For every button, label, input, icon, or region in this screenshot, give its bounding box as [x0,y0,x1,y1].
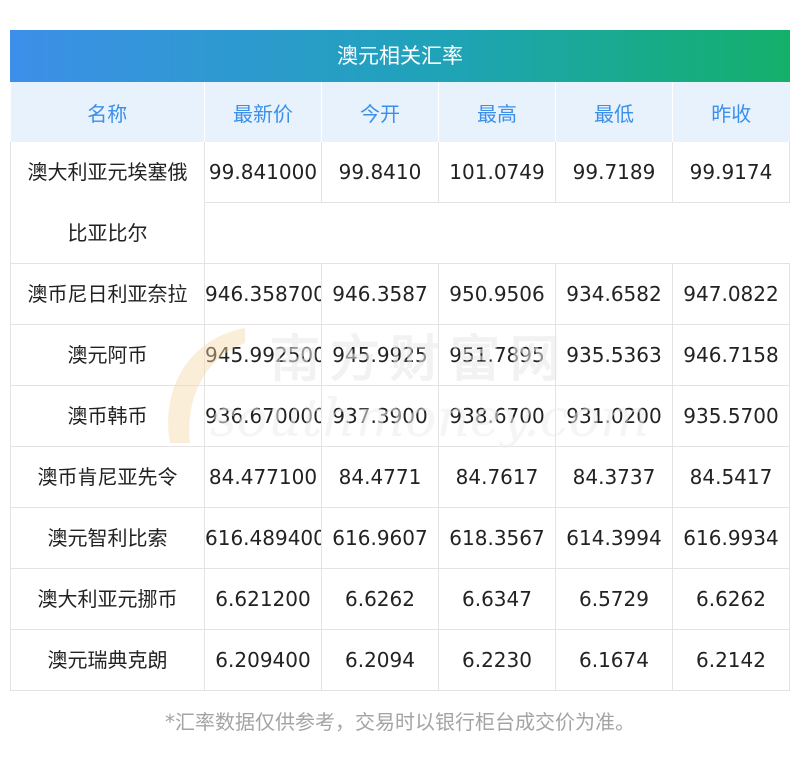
column-header-open: 今开 [321,82,439,142]
prev-close-price: 6.6262 [672,568,790,630]
high-price: 618.3567 [438,507,556,569]
table-row: 澳币尼日利亚奈拉 946.358700 946.3587 950.9506 93… [10,263,790,325]
table-header-row: 名称 最新价 今开 最高 最低 昨收 [10,82,790,142]
prev-close-price: 99.9174 [672,142,790,203]
latest-price: 6.209400 [204,629,322,691]
high-price: 84.7617 [438,446,556,508]
currency-pair-name: 澳大利亚元埃塞俄 [10,142,205,203]
latest-price: 6.621200 [204,568,322,630]
empty-cell [204,202,790,264]
currency-pair-name: 澳元智利比索 [10,507,205,569]
column-header-low: 最低 [555,82,673,142]
open-price: 6.2094 [321,629,439,691]
open-price: 616.9607 [321,507,439,569]
open-price: 946.3587 [321,263,439,325]
low-price: 935.5363 [555,324,673,386]
high-price: 951.7895 [438,324,556,386]
open-price: 6.6262 [321,568,439,630]
prev-close-price: 6.2142 [672,629,790,691]
high-price: 938.6700 [438,385,556,447]
latest-price: 84.477100 [204,446,322,508]
high-price: 6.6347 [438,568,556,630]
table-row: 澳币肯尼亚先令 84.477100 84.4771 84.7617 84.373… [10,446,790,508]
currency-pair-name-continued: 比亚比尔 [10,202,205,264]
latest-price: 945.992500 [204,324,322,386]
currency-pair-name: 澳币肯尼亚先令 [10,446,205,508]
prev-close-price: 935.5700 [672,385,790,447]
prev-close-price: 616.9934 [672,507,790,569]
open-price: 937.3900 [321,385,439,447]
table-row-continuation: 比亚比尔 [10,202,790,264]
high-price: 6.2230 [438,629,556,691]
latest-price: 99.841000 [204,142,322,203]
currency-pair-name: 澳币韩币 [10,385,205,447]
low-price: 84.3737 [555,446,673,508]
column-header-prev-close: 昨收 [672,82,790,142]
low-price: 6.1674 [555,629,673,691]
prev-close-price: 84.5417 [672,446,790,508]
high-price: 950.9506 [438,263,556,325]
currency-pair-name: 澳元阿币 [10,324,205,386]
currency-pair-name: 澳币尼日利亚奈拉 [10,263,205,325]
table-row: 澳大利亚元埃塞俄 99.841000 99.8410 101.0749 99.7… [10,142,790,203]
low-price: 99.7189 [555,142,673,203]
table-row: 澳元智利比索 616.489400 616.9607 618.3567 614.… [10,507,790,569]
low-price: 934.6582 [555,263,673,325]
prev-close-price: 947.0822 [672,263,790,325]
low-price: 931.0200 [555,385,673,447]
exchange-rate-table: 名称 最新价 今开 最高 最低 昨收 澳大利亚元埃塞俄 99.841000 99… [10,82,790,691]
table-row: 澳币韩币 936.670000 937.3900 938.6700 931.02… [10,385,790,447]
open-price: 84.4771 [321,446,439,508]
open-price: 99.8410 [321,142,439,203]
open-price: 945.9925 [321,324,439,386]
table-row: 澳元阿币 945.992500 945.9925 951.7895 935.53… [10,324,790,386]
high-price: 101.0749 [438,142,556,203]
column-header-name: 名称 [10,82,205,142]
table-row: 澳元瑞典克朗 6.209400 6.2094 6.2230 6.1674 6.2… [10,629,790,691]
table-title: 澳元相关汇率 [10,30,790,82]
column-header-high: 最高 [438,82,556,142]
latest-price: 936.670000 [204,385,322,447]
currency-pair-name: 澳元瑞典克朗 [10,629,205,691]
low-price: 6.5729 [555,568,673,630]
column-header-latest: 最新价 [204,82,322,142]
latest-price: 616.489400 [204,507,322,569]
disclaimer-note: *汇率数据仅供参考，交易时以银行柜台成交价为准。 [165,710,635,734]
latest-price: 946.358700 [204,263,322,325]
table-row: 澳大利亚元挪币 6.621200 6.6262 6.6347 6.5729 6.… [10,568,790,630]
currency-pair-name: 澳大利亚元挪币 [10,568,205,630]
prev-close-price: 946.7158 [672,324,790,386]
low-price: 614.3994 [555,507,673,569]
